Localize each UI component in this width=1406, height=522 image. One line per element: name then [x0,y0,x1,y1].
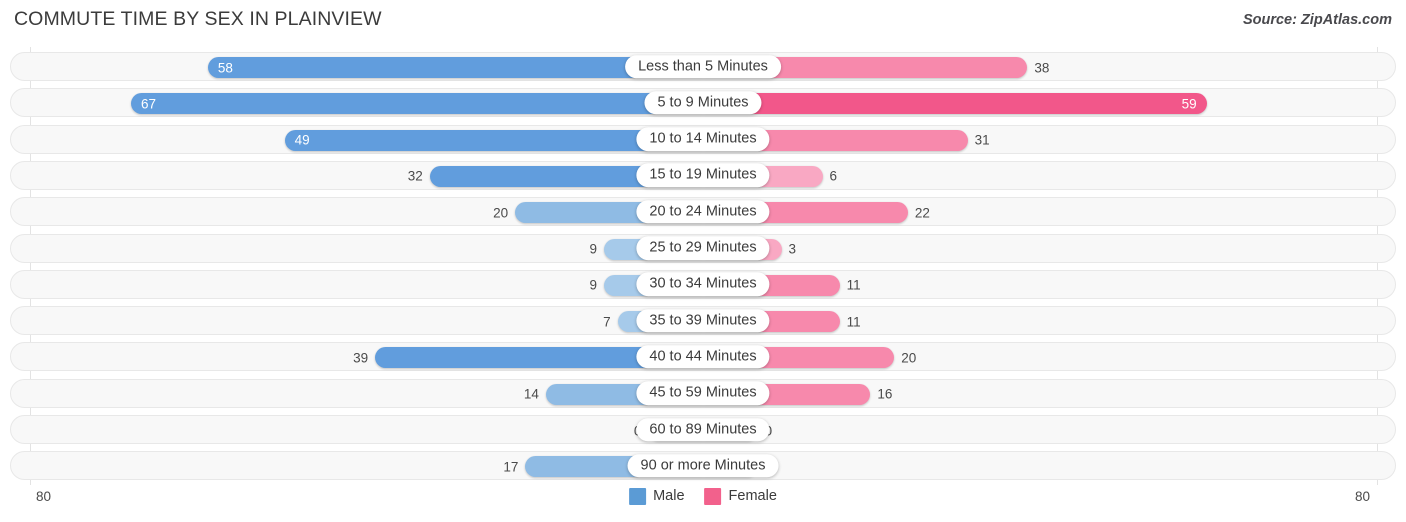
bar-value-female: 11 [846,313,861,329]
legend: Male Female [629,488,777,505]
bar-male[interactable]: 67 [131,93,703,115]
page-title: COMMUTE TIME BY SEX IN PLAINVIEW [14,8,382,30]
bar-value-male: 20 [493,204,509,220]
bar-value-female: 20 [901,350,917,366]
chart-row: 58 38 Less than 5 Minutes [10,52,1396,81]
chart-row: 9 11 30 to 34 Minutes [10,269,1396,299]
category-label: 40 to 44 Minutes [636,345,770,369]
chart-row: 0060 to 89 Minutes [10,415,1396,444]
bar-value-female: 16 [877,386,893,402]
bar-value-male: 32 [407,168,423,184]
category-label: 10 to 14 Minutes [636,127,770,151]
bar-value-male: 17 [503,459,519,475]
category-label: 25 to 29 Minutes [636,236,770,260]
bar-value-male: 9 [589,277,597,293]
legend-label-male: Male [653,488,685,505]
category-label: 60 to 89 Minutes [636,417,770,442]
bar-value-female: 31 [974,132,990,148]
legend-label-female: Female [728,488,777,505]
legend-item-female[interactable]: Female [704,488,777,505]
bar-value-male: 58 [217,59,233,75]
legend-item-male[interactable]: Male [629,488,685,505]
category-label: 5 to 9 Minutes [644,91,762,115]
bar-value-female: 59 [1181,96,1197,112]
chart-row: 20 22 20 to 24 Minutes [10,197,1396,227]
chart-row: 14 16 45 to 59 Minutes [10,378,1396,408]
axis-tick-right: 80 [1354,489,1370,504]
chart-row: 39 20 40 to 44 Minutes [10,342,1396,372]
bar-value-male: 67 [141,96,157,112]
category-label: Less than 5 Minutes [625,54,781,79]
bar-value-male: 39 [353,350,369,366]
bar-value-female: 6 [829,168,838,184]
source-credit: Source: ZipAtlas.com [1242,12,1392,28]
bar-value-female: 11 [846,277,861,293]
bar-female[interactable]: 59 [703,93,1207,115]
bar-value-male: 14 [523,386,539,402]
chart-row: 67 59 5 to 9 Minutes [10,88,1396,118]
bar-value-female: 38 [1034,59,1050,75]
chart-plot-area: 58 38 Less than 5 Minutes 67 59 5 to 9 Minute… [0,47,1406,485]
bar-value-female: 22 [914,204,930,220]
category-label: 35 to 39 Minutes [636,308,770,333]
category-label: 30 to 34 Minutes [636,272,770,297]
chart-row: 7 11 35 to 39 Minutes [10,306,1396,336]
category-label: 90 or more Minutes [627,454,779,478]
category-label: 20 to 24 Minutes [636,199,770,224]
chart-row: 32 6 15 to 19 Minutes [10,160,1396,190]
axis-tick-left: 80 [36,489,52,504]
bar-value-male: 7 [603,313,611,329]
chart-footer: 80 80 Male Female [0,485,1406,522]
chart-row: 49 31 10 to 14 Minutes [10,124,1396,154]
chart-row: 17090 or more Minutes [10,451,1396,481]
legend-swatch-male-icon [629,488,647,505]
bar-value-male: 9 [589,241,597,257]
bar-value-male: 49 [294,132,310,148]
category-label: 15 to 19 Minutes [636,163,770,188]
category-label: 45 to 59 Minutes [636,381,770,405]
chart-row: 9 3 25 to 29 Minutes [10,233,1396,263]
legend-swatch-female-icon [704,488,722,505]
chart-page: COMMUTE TIME BY SEX IN PLAINVIEW Source:… [0,0,1406,522]
bar-value-female: 3 [788,241,797,257]
